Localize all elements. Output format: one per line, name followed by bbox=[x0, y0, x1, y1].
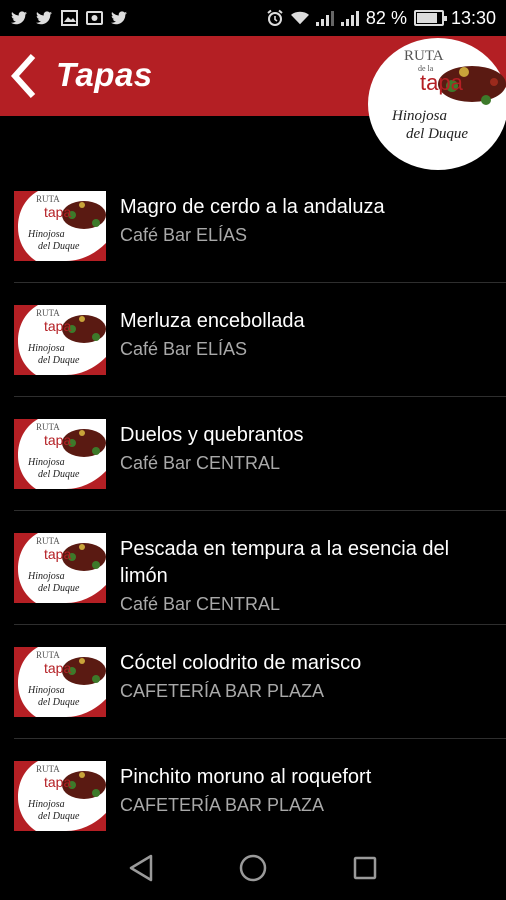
list-item-4[interactable]: RUTA tapa Hinojosa del Duque Pescada en … bbox=[14, 511, 506, 625]
list-item-2[interactable]: RUTA tapa Hinojosa del Duque Merluza enc… bbox=[14, 283, 506, 397]
image-icon bbox=[60, 10, 78, 26]
list-item-5[interactable]: RUTA tapa Hinojosa del Duque Cóctel colo… bbox=[14, 625, 506, 739]
item-title: Pescada en tempura a la esencia del limó… bbox=[120, 538, 450, 587]
item-text: Merluza encebollada Café Bar ELÍAS bbox=[120, 308, 500, 361]
recents-square-icon bbox=[353, 856, 377, 880]
svg-text:del Duque: del Duque bbox=[38, 355, 80, 366]
svg-text:tapa: tapa bbox=[44, 660, 71, 676]
svg-text:Hinojosa: Hinojosa bbox=[27, 343, 65, 354]
battery-percentage: 82 % bbox=[365, 7, 407, 28]
svg-text:RUTA: RUTA bbox=[36, 308, 60, 318]
svg-text:tapa: tapa bbox=[44, 204, 71, 220]
tapa-thumbnail: RUTA tapa Hinojosa del Duque bbox=[14, 533, 106, 603]
logo-line5: del Duque bbox=[406, 126, 468, 142]
tapa-thumbnail: RUTA tapa Hinojosa del Duque bbox=[14, 761, 106, 831]
item-title: Merluza encebollada bbox=[120, 310, 305, 332]
item-subtitle: Café Bar CENTRAL bbox=[120, 594, 281, 614]
status-bar: 82 % 13:30 bbox=[0, 0, 506, 36]
item-title: Pinchito moruno al roquefort bbox=[120, 766, 372, 788]
back-arrow-icon bbox=[11, 54, 36, 98]
svg-text:RUTA: RUTA bbox=[36, 650, 60, 660]
home-circle-icon bbox=[239, 854, 267, 882]
item-text: Duelos y quebrantos Café Bar CENTRAL bbox=[120, 422, 500, 475]
svg-text:del Duque: del Duque bbox=[38, 241, 80, 252]
item-title: Cóctel colodrito de marisco bbox=[120, 652, 362, 674]
nav-home-button[interactable] bbox=[197, 836, 309, 900]
back-button[interactable] bbox=[6, 50, 42, 102]
system-icons: 82 % 13:30 bbox=[266, 8, 496, 29]
item-subtitle: CAFETERÍA BAR PLAZA bbox=[120, 795, 325, 815]
logo-line4: Hinojosa bbox=[391, 108, 447, 124]
twitter-icon bbox=[35, 10, 53, 26]
nav-back-button[interactable] bbox=[85, 836, 197, 900]
twitter-icon bbox=[10, 10, 28, 26]
tapa-thumbnail: RUTA tapa Hinojosa del Duque bbox=[14, 647, 106, 717]
svg-text:del Duque: del Duque bbox=[38, 697, 80, 708]
signal-icon bbox=[315, 10, 334, 26]
back-triangle-icon bbox=[129, 854, 153, 882]
wifi-icon bbox=[290, 10, 309, 26]
battery-fill bbox=[416, 13, 437, 23]
svg-text:tapa: tapa bbox=[44, 432, 71, 448]
tapas-list: RUTA tapa Hinojosa del Duque Magro de ce… bbox=[0, 169, 506, 853]
item-text: Pescada en tempura a la esencia del limó… bbox=[120, 536, 500, 616]
page-title: Tapas bbox=[56, 56, 153, 93]
svg-text:del Duque: del Duque bbox=[38, 811, 80, 822]
logo-line1: RUTA bbox=[404, 48, 444, 64]
svg-text:RUTA: RUTA bbox=[36, 422, 60, 432]
item-subtitle: Café Bar CENTRAL bbox=[120, 453, 281, 473]
svg-text:Hinojosa: Hinojosa bbox=[27, 685, 65, 696]
svg-text:tapa: tapa bbox=[44, 546, 71, 562]
item-text: Pinchito moruno al roquefort CAFETERÍA B… bbox=[120, 764, 500, 817]
svg-text:Hinojosa: Hinojosa bbox=[27, 229, 65, 240]
photo-icon bbox=[85, 10, 103, 26]
svg-text:del Duque: del Duque bbox=[38, 469, 80, 480]
ruta-de-la-tapa-logo: RUTA de la tapa Hinojosa del Duque bbox=[368, 38, 506, 170]
item-text: Cóctel colodrito de marisco CAFETERÍA BA… bbox=[120, 650, 500, 703]
logo-line3: tapa bbox=[420, 70, 464, 95]
item-subtitle: Café Bar ELÍAS bbox=[120, 225, 248, 245]
signal-icon bbox=[340, 10, 359, 26]
tapa-thumbnail: RUTA tapa Hinojosa del Duque bbox=[14, 305, 106, 375]
svg-text:RUTA: RUTA bbox=[36, 764, 60, 774]
tapa-thumbnail: RUTA tapa Hinojosa del Duque bbox=[14, 191, 106, 261]
list-item-1[interactable]: RUTA tapa Hinojosa del Duque Magro de ce… bbox=[14, 169, 506, 283]
svg-text:tapa: tapa bbox=[44, 318, 71, 334]
svg-text:RUTA: RUTA bbox=[36, 536, 60, 546]
svg-text:Hinojosa: Hinojosa bbox=[27, 799, 65, 810]
svg-text:tapa: tapa bbox=[44, 774, 71, 790]
svg-text:RUTA: RUTA bbox=[36, 194, 60, 204]
navigation-bar bbox=[0, 836, 506, 900]
item-title: Magro de cerdo a la andaluza bbox=[120, 196, 385, 218]
battery-icon bbox=[413, 10, 447, 26]
svg-text:del Duque: del Duque bbox=[38, 583, 80, 594]
item-text: Magro de cerdo a la andaluza Café Bar EL… bbox=[120, 194, 500, 247]
svg-text:Hinojosa: Hinojosa bbox=[27, 571, 65, 582]
nav-recents-button[interactable] bbox=[309, 836, 421, 900]
alarm-icon bbox=[266, 9, 284, 26]
twitter-icon bbox=[110, 10, 128, 26]
svg-text:Hinojosa: Hinojosa bbox=[27, 457, 65, 468]
item-title: Duelos y quebrantos bbox=[120, 424, 304, 446]
clock: 13:30 bbox=[450, 7, 496, 28]
item-subtitle: CAFETERÍA BAR PLAZA bbox=[120, 681, 325, 701]
item-subtitle: Café Bar ELÍAS bbox=[120, 339, 248, 359]
tapa-thumbnail: RUTA tapa Hinojosa del Duque bbox=[14, 419, 106, 489]
list-item-3[interactable]: RUTA tapa Hinojosa del Duque Duelos y qu… bbox=[14, 397, 506, 511]
notification-icons bbox=[10, 10, 128, 26]
